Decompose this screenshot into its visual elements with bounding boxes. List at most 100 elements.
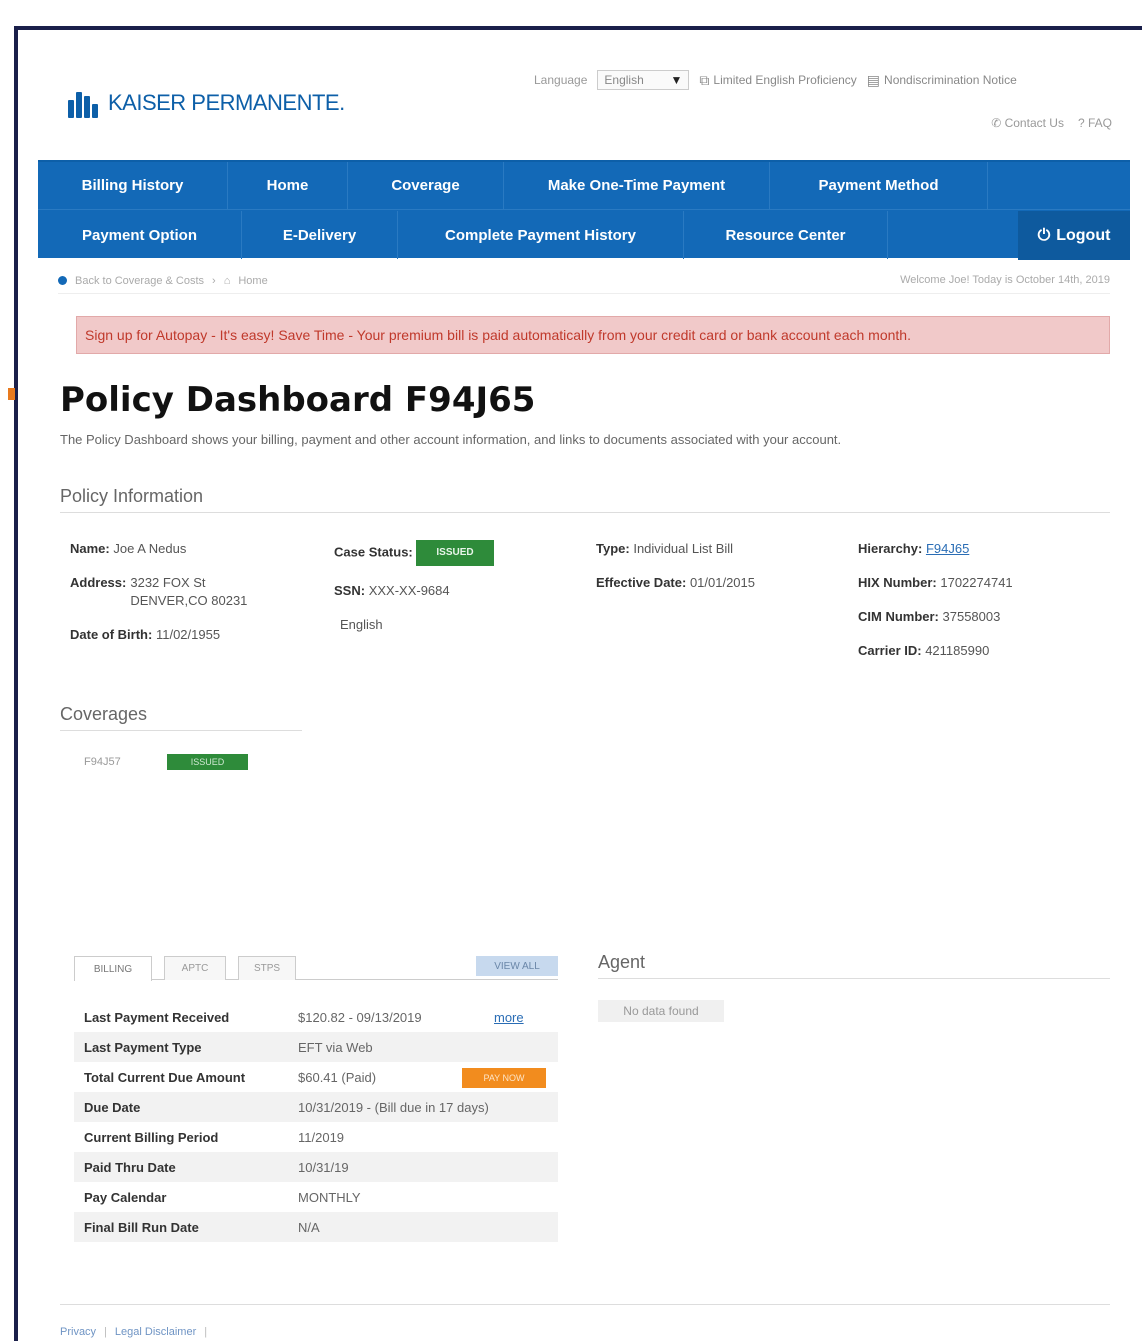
address-line2: DENVER,CO 80231 [130, 593, 248, 608]
faq-link[interactable]: ? FAQ [1078, 116, 1112, 130]
nav-row-1: Billing History Home Coverage Make One-T… [38, 162, 1130, 210]
cim-value: 37558003 [942, 609, 1001, 624]
row-value: N/A [298, 1219, 320, 1235]
more-link[interactable]: more [494, 1010, 524, 1025]
row-label: Pay Calendar [84, 1189, 167, 1205]
breadcrumb: Back to Coverage & Costs › ⌂ Home Welcom… [58, 268, 1110, 294]
tab-stps[interactable]: STPS [238, 956, 296, 980]
nav-resource-center[interactable]: Resource Center [684, 211, 888, 259]
logout-button[interactable]: ⏻ Logout [1018, 211, 1130, 260]
policy-info-divider [60, 512, 1110, 513]
agent-divider [598, 978, 1110, 979]
nondiscrimination-label: Nondiscrimination Notice [884, 73, 1017, 87]
translate-icon: ⧉ [699, 71, 710, 88]
coverage-item[interactable]: F94J57 ISSUED [84, 754, 249, 770]
nav-row-2: Payment Option E-Delivery Complete Payme… [38, 211, 1130, 259]
edge-marker [8, 388, 15, 400]
footer-separator: | [204, 1326, 208, 1338]
nav-coverage[interactable]: Coverage [348, 162, 504, 209]
row-label: Last Payment Received [84, 1009, 230, 1025]
policy-col-3: Type: Individual List Bill Effective Dat… [596, 540, 836, 608]
nav-e-delivery[interactable]: E-Delivery [242, 211, 398, 259]
row-label: Final Bill Run Date [84, 1219, 199, 1235]
language-value-info: English [340, 617, 383, 632]
breadcrumb-back-link[interactable]: Back to Coverage & Costs [75, 275, 204, 287]
language-value: English [604, 73, 644, 87]
page: KAISER PERMANENTE. Language English ▼ ⧉ … [18, 30, 1142, 1341]
coverages-heading: Coverages [60, 704, 148, 724]
limited-english-link[interactable]: ⧉ Limited English Proficiency [699, 72, 856, 89]
name-value: Joe A Nedus [113, 541, 187, 556]
document-icon: ▤ [866, 71, 881, 88]
page-description: The Policy Dashboard shows your billing,… [60, 432, 842, 447]
nav-payment-method[interactable]: Payment Method [770, 162, 988, 209]
view-all-button[interactable]: VIEW ALL [476, 956, 558, 976]
nondiscrimination-link[interactable]: ▤ Nondiscrimination Notice [867, 72, 1017, 89]
utility-bar: Language English ▼ ⧉ Limited English Pro… [534, 70, 1017, 90]
ssn-value: XXX-XX-9684 [368, 583, 450, 598]
billing-table: Last Payment Received $120.82 - 09/13/20… [74, 1002, 558, 1242]
table-row: Current Billing Period 11/2019 [74, 1122, 558, 1152]
nav-payment-option[interactable]: Payment Option [38, 211, 242, 259]
address-label: Address: [70, 575, 127, 590]
row-value: 10/31/19 [298, 1159, 349, 1175]
name-label: Name: [70, 541, 110, 556]
privacy-link[interactable]: Privacy [60, 1326, 96, 1338]
policy-col-4: Hierarchy: F94J65 HIX Number: 1702274741… [858, 540, 1108, 676]
contact-us-label: Contact Us [1004, 116, 1064, 130]
breadcrumb-home-link[interactable]: Home [238, 275, 267, 287]
policy-col-1: Name: Joe A Nedus Address: 3232 FOX St DE… [70, 540, 310, 660]
coverages-divider [60, 730, 302, 731]
agent-heading: Agent [598, 952, 646, 972]
table-row: Pay Calendar MONTHLY [74, 1182, 558, 1212]
tab-billing[interactable]: BILLING [74, 956, 152, 981]
table-row: Last Payment Type EFT via Web [74, 1032, 558, 1062]
case-status-label: Case Status: [334, 544, 413, 560]
autopay-alert-banner[interactable]: Sign up for Autopay - It's easy! Save Ti… [76, 316, 1110, 354]
hix-value: 1702274741 [940, 575, 1013, 590]
row-value: 10/31/2019 - (Bill due in 17 days) [298, 1099, 489, 1115]
effective-date-value: 01/01/2015 [689, 575, 756, 590]
nav-complete-payment-history[interactable]: Complete Payment History [398, 211, 684, 259]
ssn-label: SSN: [334, 583, 366, 598]
page-title: Policy Dashboard F94J65 [60, 380, 536, 420]
hierarchy-label: Hierarchy: [858, 541, 923, 556]
pay-now-button[interactable]: PAY NOW [462, 1068, 546, 1088]
language-label: Language [534, 73, 588, 87]
tab-aptc[interactable]: APTC [164, 956, 226, 980]
nav-make-payment[interactable]: Make One-Time Payment [504, 162, 770, 209]
nav-home[interactable]: Home [228, 162, 348, 209]
address-line1: 3232 FOX St [130, 575, 206, 590]
row-value: MONTHLY [298, 1189, 361, 1205]
case-status-badge: ISSUED [416, 540, 494, 566]
legal-disclaimer-link[interactable]: Legal Disclaimer [115, 1326, 196, 1338]
row-label: Total Current Due Amount [84, 1069, 246, 1085]
cim-label: CIM Number: [858, 609, 939, 624]
dropdown-arrow-icon: ▼ [670, 73, 683, 87]
row-value: 11/2019 [298, 1129, 345, 1145]
kp-logo-icon [66, 88, 100, 118]
hierarchy-link[interactable]: F94J65 [926, 541, 969, 556]
agent-no-data: No data found [598, 1000, 724, 1022]
contact-us-link[interactable]: ✆ Contact Us [991, 116, 1064, 130]
logout-label: Logout [1056, 226, 1111, 244]
footer-divider [60, 1304, 1110, 1305]
nav-billing-history[interactable]: Billing History [38, 162, 228, 209]
table-row: Total Current Due Amount $60.41 (Paid) P… [74, 1062, 558, 1092]
language-select[interactable]: English ▼ [597, 70, 690, 90]
power-icon: ⏻ [1037, 226, 1051, 244]
footer-separator: | [104, 1326, 107, 1338]
autopay-alert-text: Sign up for Autopay - It's easy! Save Ti… [85, 327, 911, 343]
row-label: Due Date [84, 1099, 141, 1115]
faq-label: FAQ [1087, 116, 1112, 130]
carrier-label: Carrier ID: [858, 643, 922, 658]
home-icon: ⌂ [223, 274, 231, 287]
policy-col-2: Case Status: ISSUED SSN: XXX-XX-9684 Eng… [334, 540, 574, 650]
table-row: Last Payment Received $120.82 - 09/13/20… [74, 1002, 558, 1032]
dob-label: Date of Birth: [70, 627, 153, 642]
help-icon: ? [1077, 116, 1085, 130]
coverage-id: F94J57 [84, 756, 121, 768]
brand-logo[interactable]: KAISER PERMANENTE. [66, 88, 345, 118]
table-row: Due Date 10/31/2019 - (Bill due in 17 da… [74, 1092, 558, 1122]
dob-value: 11/02/1955 [155, 627, 221, 642]
